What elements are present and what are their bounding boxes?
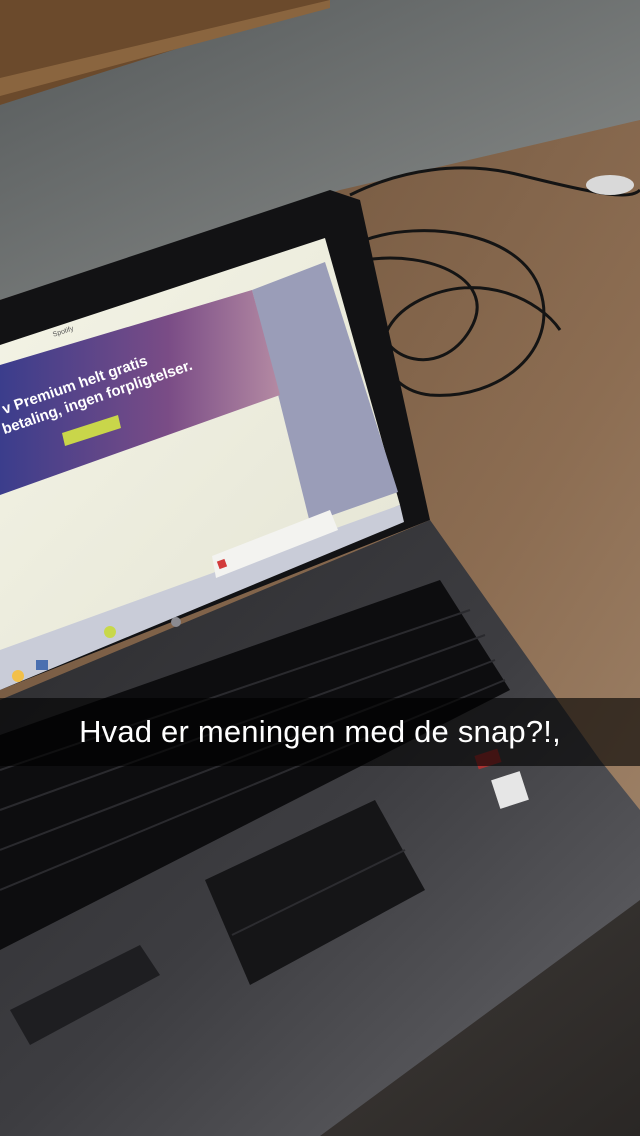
snap-photo-scene [0,0,640,1136]
snap-caption-bar: Hvad er meningen med de snap?!, [0,698,640,766]
snap-caption-text: Hvad er meningen med de snap?!, [79,714,561,749]
